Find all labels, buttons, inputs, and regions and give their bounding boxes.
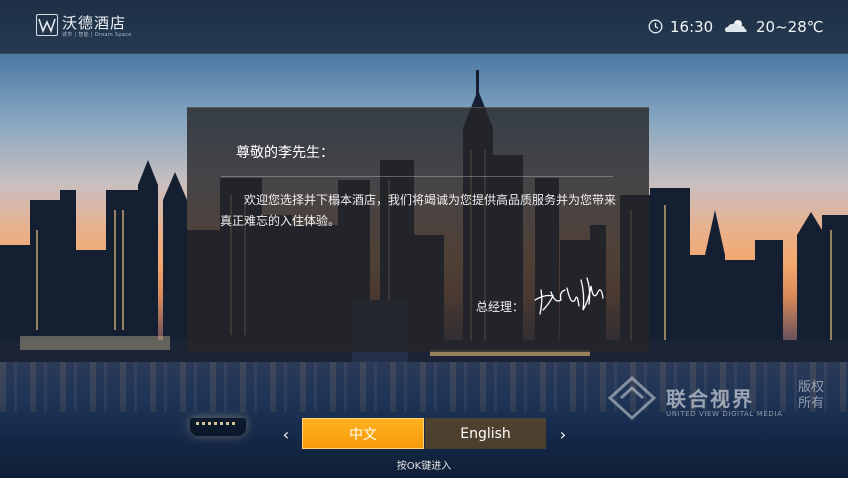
logo-icon [36,14,58,36]
chevron-right-icon[interactable]: › [556,424,570,444]
manager-label: 总经理： [476,300,525,314]
top-bar: 沃德酒店 城市 | 智能 | Dream Space 16:30 20~28℃ [0,0,848,54]
cloudy-icon [725,20,747,32]
hotel-tagline: 城市 | 智能 | Dream Space [62,32,132,38]
signature-image [534,277,604,315]
current-time: 16:30 [670,18,714,36]
watermark-brand-en: UNITED VIEW DIGITAL MEDIA [666,410,783,418]
clock-icon [648,19,663,34]
greeting: 尊敬的李先生： [236,145,334,161]
language-english-button[interactable]: English [425,418,546,449]
watermark-brand: 联合视界 [666,387,754,411]
watermark-logo-icon [607,375,657,421]
welcome-message: 欢迎您选择并下榻本酒店，我们将竭诚为您提供高品质服务并为您带来真正难忘的入住体验… [220,193,617,228]
chevron-left-icon[interactable]: ‹ [279,424,293,444]
welcome-card: 尊敬的李先生： 欢迎您选择并下榻本酒店，我们将竭诚为您提供高品质服务并为您带来真… [187,107,649,352]
enter-hint: 按OK键进入 [396,461,452,472]
divider [221,176,613,177]
temperature: 20~28℃ [756,18,824,36]
hotel-name: 沃德酒店 [62,14,127,32]
language-chinese-button[interactable]: 中文 [302,418,424,449]
watermark-rights: 版权所有 [798,380,825,411]
